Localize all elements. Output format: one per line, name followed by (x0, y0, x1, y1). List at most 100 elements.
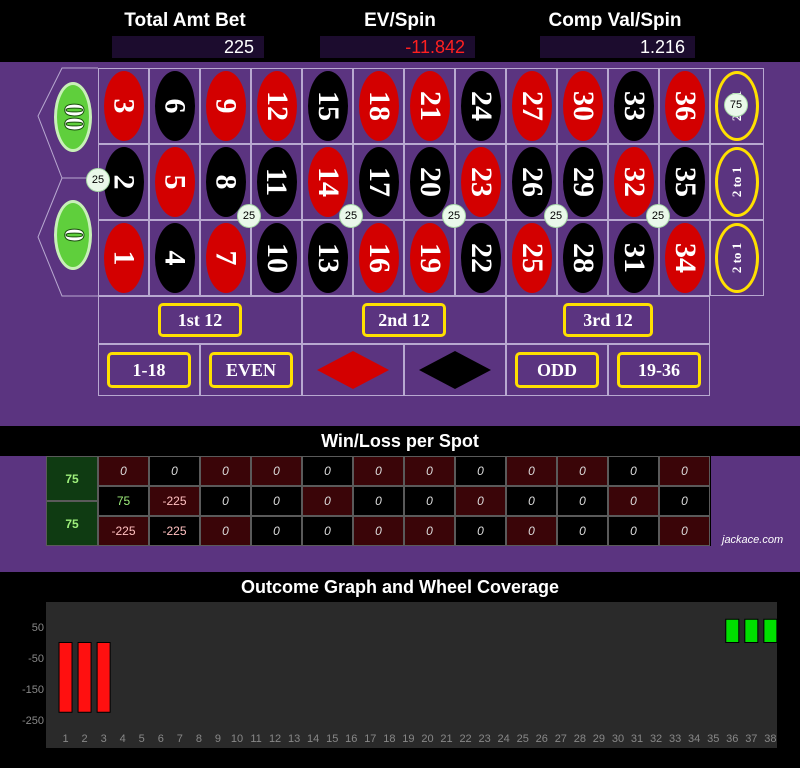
number-spot-30[interactable]: 30 (557, 68, 608, 144)
number-oval: 5 (154, 147, 195, 217)
number-label: 14 (311, 167, 345, 197)
number-spot-6[interactable]: 6 (149, 68, 200, 144)
winloss-cell: 0 (98, 456, 149, 486)
number-label: 19 (413, 243, 447, 273)
chip[interactable]: 25 (646, 204, 670, 228)
number-spot-24[interactable]: 24 (455, 68, 506, 144)
number-spot-34[interactable]: 34 (659, 220, 710, 296)
number-spot-33[interactable]: 33 (608, 68, 659, 144)
number-oval: 33 (613, 71, 654, 141)
number-spot-1[interactable]: 1 (98, 220, 149, 296)
outcome-chart: 50-50-150-2501 2 3 4 5 6 7 8 9 10 11 12 13 14 15 16 17 18… (22, 618, 778, 745)
number-oval: 18 (358, 71, 399, 141)
chip[interactable]: 25 (237, 204, 261, 228)
number-spot-9[interactable]: 9 (200, 68, 251, 144)
winloss-cell: 0 (353, 456, 404, 486)
number-label: 21 (413, 91, 447, 121)
site-credit: jackace.com (722, 534, 784, 546)
number-spot-28[interactable]: 28 (557, 220, 608, 296)
bet-red[interactable] (302, 344, 404, 396)
chip[interactable]: 75 (724, 93, 748, 117)
bet-low[interactable]: 1-18 (98, 344, 200, 396)
number-spot-27[interactable]: 27 (506, 68, 557, 144)
number-spot-4[interactable]: 4 (149, 220, 200, 296)
number-spot-19[interactable]: 19 (404, 220, 455, 296)
x-tick-label: 30 (612, 733, 624, 745)
number-spot-3[interactable]: 3 (98, 68, 149, 144)
number-spot-12[interactable]: 12 (251, 68, 302, 144)
number-spot-21[interactable]: 21 (404, 68, 455, 144)
winloss-cell: 0 (149, 456, 200, 486)
bet-even[interactable]: EVEN (200, 344, 302, 396)
y-tick-label: -50 (28, 653, 44, 665)
winloss-title: Win/Loss per Spot (0, 426, 800, 456)
ev-label: EV/Spin (364, 10, 436, 31)
winloss-cell: 0 (455, 456, 506, 486)
zero-spot[interactable]: 0 (54, 200, 92, 270)
number-oval: 28 (562, 223, 603, 293)
number-spot-13[interactable]: 13 (302, 220, 353, 296)
number-oval: 13 (307, 223, 348, 293)
number-label: 6 (158, 98, 192, 114)
dozen-2nd[interactable]: 2nd 12 (302, 296, 506, 344)
number-label: 30 (566, 91, 600, 121)
number-spot-10[interactable]: 10 (251, 220, 302, 296)
number-label: 27 (515, 91, 549, 121)
number-spot-36[interactable]: 36 (659, 68, 710, 144)
x-tick-label: 38 (764, 733, 776, 745)
number-oval: 9 (205, 71, 246, 141)
number-label: 7 (209, 250, 243, 266)
dozen-1st[interactable]: 1st 12 (98, 296, 302, 344)
winloss-cell: 0 (608, 516, 659, 546)
total-bet-label: Total Amt Bet (124, 10, 246, 31)
x-tick-label: 2 (82, 733, 88, 745)
number-label: 26 (515, 167, 549, 197)
number-oval: 26 (511, 147, 552, 217)
number-spot-15[interactable]: 15 (302, 68, 353, 144)
x-tick-label: 25 (517, 733, 529, 745)
bet-high[interactable]: 19-36 (608, 344, 710, 396)
number-oval: 15 (307, 71, 348, 141)
number-label: 17 (362, 167, 396, 197)
chip[interactable]: 25 (544, 204, 568, 228)
dozen-3rd[interactable]: 3rd 12 (506, 296, 710, 344)
number-spot-22[interactable]: 22 (455, 220, 506, 296)
comp-label: Comp Val/Spin (548, 10, 682, 31)
chip[interactable]: 25 (442, 204, 466, 228)
dozen-3rd-label: 3rd 12 (563, 303, 653, 337)
number-spot-16[interactable]: 16 (353, 220, 404, 296)
number-oval: 27 (511, 71, 552, 141)
x-tick-label: 35 (707, 733, 719, 745)
bet-low-label: 1-18 (107, 352, 191, 388)
number-label: 1 (107, 250, 141, 266)
column-bet-middle[interactable]: 2 to 1 (710, 144, 764, 220)
chip[interactable]: 25 (86, 168, 110, 192)
red-diamond-icon (317, 351, 389, 389)
number-spot-31[interactable]: 31 (608, 220, 659, 296)
dozen-1st-label: 1st 12 (158, 303, 242, 337)
column-bet-bottom[interactable]: 2 to 1 (710, 220, 764, 296)
winloss-cell: -225 (149, 516, 200, 546)
number-spot-7[interactable]: 7 (200, 220, 251, 296)
number-spot-18[interactable]: 18 (353, 68, 404, 144)
x-tick-label: 4 (120, 733, 126, 745)
number-label: 15 (311, 91, 345, 121)
chip[interactable]: 25 (339, 204, 363, 228)
number-oval: 4 (154, 223, 195, 293)
bet-black[interactable] (404, 344, 506, 396)
number-oval: 19 (409, 223, 450, 293)
winloss-cell: 0 (659, 516, 710, 546)
number-label: 3 (107, 98, 141, 114)
bet-odd[interactable]: ODD (506, 344, 608, 396)
bet-high-label: 19-36 (617, 352, 701, 388)
winloss-cell: 0 (608, 486, 659, 516)
outcome-bar (96, 642, 111, 713)
x-tick-label: 5 (139, 733, 145, 745)
x-tick-label: 33 (669, 733, 681, 745)
winloss-cell: 0 (506, 456, 557, 486)
double-zero-spot[interactable]: 00 (54, 82, 92, 152)
x-tick-label: 21 (440, 733, 452, 745)
number-spot-25[interactable]: 25 (506, 220, 557, 296)
number-spot-5[interactable]: 5 (149, 144, 200, 220)
x-tick-label: 10 (231, 733, 243, 745)
